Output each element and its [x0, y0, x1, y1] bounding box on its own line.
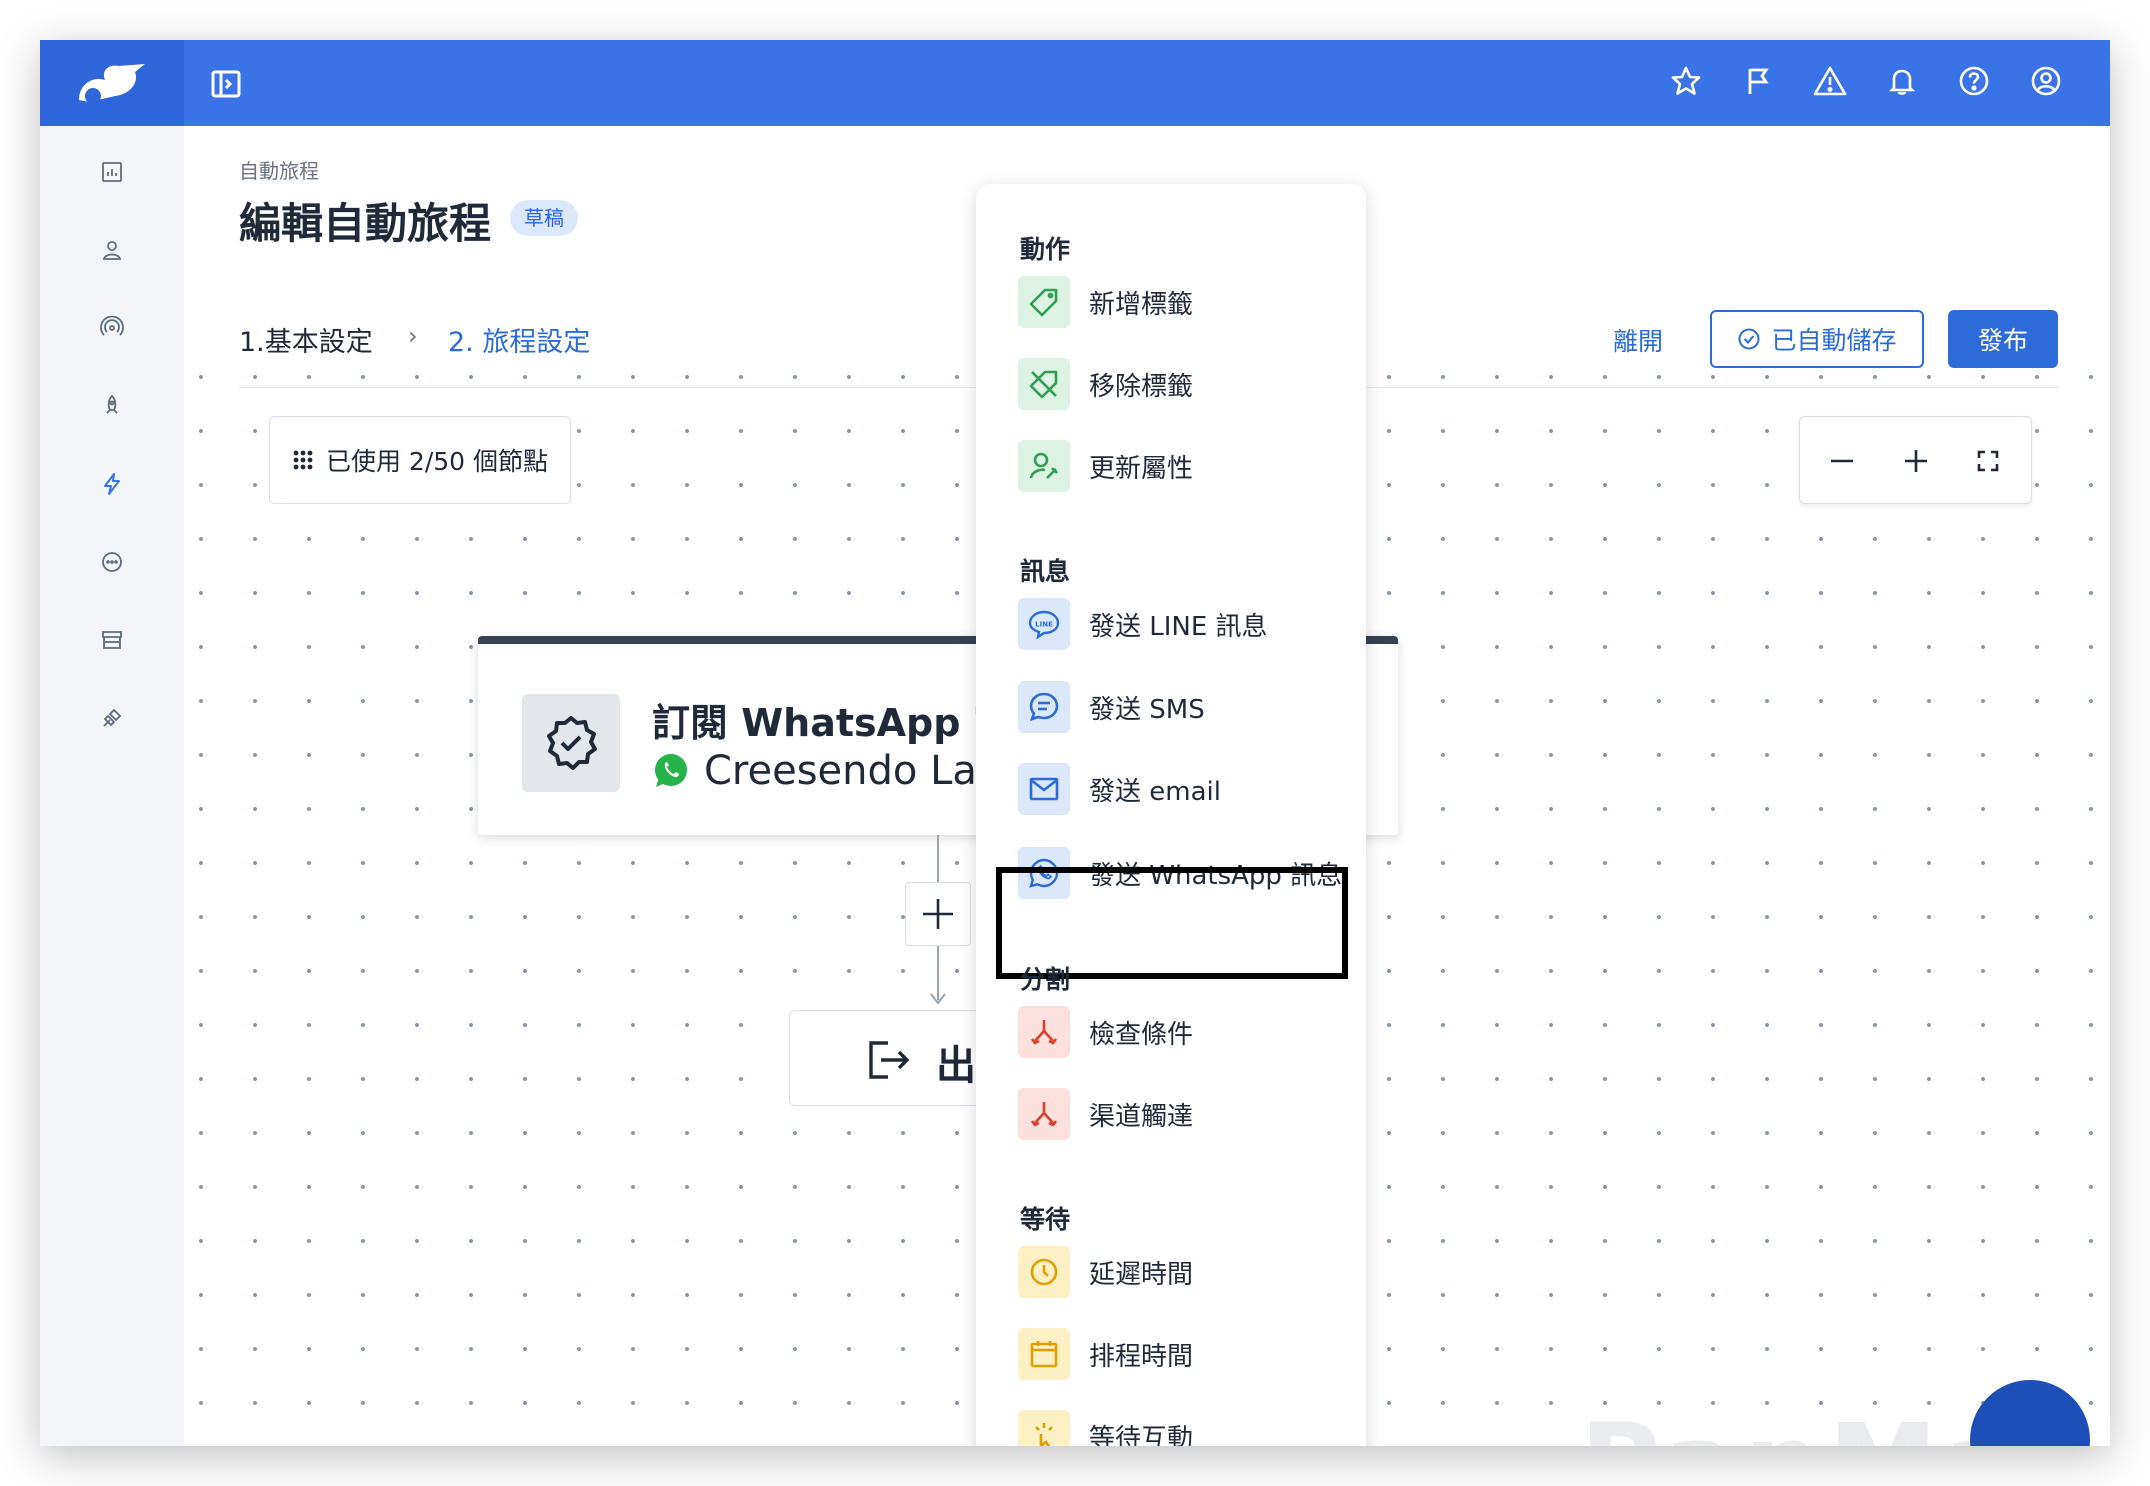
menu-item-send-email[interactable]: 發送 email — [998, 749, 1344, 829]
help-icon[interactable] — [1954, 61, 1994, 101]
breadcrumb[interactable]: 自動旅程 — [239, 155, 319, 184]
app-window: 自動旅程 編輯自動旅程 草稿 1.基本設定 › 2. 旅程設定 離開 已自動儲存… — [40, 40, 2110, 1446]
menu-item-send-sms[interactable]: 發送 SMS — [998, 667, 1344, 747]
node-type-menu: 動作 新增標籤 移除標籤 更新屬性 訊息 LINE 發送 LINE 訊息 發送 … — [976, 184, 1366, 1446]
zoom-in-icon[interactable] — [1896, 441, 1936, 481]
step-basic-settings[interactable]: 1.基本設定 — [239, 320, 373, 359]
section-actions: 動作 — [1020, 235, 1071, 264]
menu-item-check-condition[interactable]: 檢查條件 — [998, 992, 1344, 1072]
menu-item-delay-time[interactable]: 延遲時間 — [998, 1232, 1344, 1312]
trigger-channel-label: Creesendo Lab — [704, 748, 1003, 794]
menu-item-label: 發送 email — [1089, 776, 1221, 807]
check-circle-icon — [1738, 328, 1760, 350]
page-title: 編輯自動旅程 — [239, 199, 492, 248]
step-journey-settings[interactable]: 2. 旅程設定 — [448, 320, 590, 359]
brand-logo[interactable] — [40, 40, 184, 126]
zoom-out-icon[interactable] — [1822, 441, 1862, 481]
clock-icon — [1018, 1246, 1070, 1298]
nodes-used-label: 已使用 2/50 個節點 — [325, 447, 549, 476]
store-icon[interactable] — [92, 620, 132, 660]
star-icon[interactable] — [1666, 61, 1706, 101]
menu-item-label: 檢查條件 — [1089, 1019, 1194, 1050]
section-split: 分割 — [1020, 965, 1071, 994]
sms-chat-icon — [1018, 681, 1070, 733]
nodes-used-indicator: 已使用 2/50 個節點 — [269, 416, 571, 504]
sidebar — [40, 126, 184, 1446]
menu-item-label: 更新屬性 — [1089, 453, 1194, 484]
verified-badge-icon — [522, 694, 620, 792]
calendar-icon — [1018, 1328, 1070, 1380]
grid-dots-icon — [293, 450, 313, 470]
split-branch-icon — [1018, 1088, 1070, 1140]
automation-bolt-icon[interactable] — [92, 464, 132, 504]
menu-item-remove-tag[interactable]: 移除標籤 — [998, 344, 1344, 424]
menu-item-channel-reach[interactable]: 渠道觸達 — [998, 1074, 1344, 1154]
step-separator: › — [408, 322, 418, 350]
publish-button[interactable]: 發布 — [1948, 310, 2058, 368]
autosave-button[interactable]: 已自動儲存 — [1710, 310, 1924, 368]
menu-item-label: 延遲時間 — [1089, 1259, 1194, 1290]
fullscreen-icon[interactable] — [1968, 441, 2008, 481]
connector-arrow-icon — [930, 993, 946, 1005]
menu-item-label: 發送 LINE 訊息 — [1089, 611, 1268, 642]
tag-icon — [1018, 276, 1070, 328]
tag-remove-icon — [1018, 358, 1070, 410]
menu-item-update-attribute[interactable]: 更新屬性 — [998, 426, 1344, 506]
pointer-click-icon — [1018, 1410, 1070, 1446]
dashboard-chart-icon[interactable] — [92, 152, 132, 192]
menu-item-label: 渠道觸達 — [1089, 1101, 1194, 1132]
top-bar — [40, 40, 2110, 126]
bell-icon[interactable] — [1882, 61, 1922, 101]
section-wait: 等待 — [1020, 1205, 1071, 1234]
trigger-subtitle: Creesendo Lab — [652, 748, 1002, 794]
chat-bubble-icon[interactable] — [92, 542, 132, 582]
menu-item-label: 等待互動 — [1089, 1423, 1194, 1447]
user-account-icon[interactable] — [2026, 61, 2066, 101]
contacts-person-icon[interactable] — [92, 230, 132, 270]
autosave-label: 已自動儲存 — [1771, 326, 1897, 355]
email-envelope-icon — [1018, 763, 1070, 815]
add-node-button[interactable] — [905, 882, 971, 946]
warning-icon[interactable] — [1810, 61, 1850, 101]
section-messages: 訊息 — [1020, 557, 1071, 586]
integration-plug-icon[interactable] — [92, 698, 132, 738]
split-branch-icon — [1018, 1006, 1070, 1058]
menu-item-label: 移除標籤 — [1089, 371, 1194, 402]
rocket-icon[interactable] — [92, 386, 132, 426]
panel-toggle-icon[interactable] — [210, 68, 242, 100]
menu-item-send-line[interactable]: LINE 發送 LINE 訊息 — [998, 584, 1344, 664]
flag-icon[interactable] — [1738, 61, 1778, 101]
menu-item-label: 新增標籤 — [1089, 289, 1194, 320]
plus-icon — [923, 899, 953, 929]
svg-text:LINE: LINE — [1035, 621, 1053, 629]
exit-door-icon — [869, 1041, 910, 1079]
line-icon: LINE — [1018, 598, 1070, 650]
user-edit-icon — [1018, 440, 1070, 492]
whatsapp-icon — [655, 754, 687, 787]
status-badge: 草稿 — [510, 200, 578, 236]
broadcast-signal-icon[interactable] — [92, 308, 132, 348]
zoom-controls — [1799, 416, 2032, 504]
menu-item-wait-interaction[interactable]: 等待互動 — [998, 1396, 1344, 1446]
leave-link[interactable]: 離開 — [1613, 322, 1663, 358]
menu-item-label: 排程時間 — [1089, 1341, 1194, 1372]
menu-item-schedule-time[interactable]: 排程時間 — [998, 1314, 1344, 1394]
menu-item-add-tag[interactable]: 新增標籤 — [998, 262, 1344, 342]
menu-item-label: 發送 SMS — [1089, 694, 1205, 725]
watermark: PanMa — [1580, 1400, 2024, 1446]
